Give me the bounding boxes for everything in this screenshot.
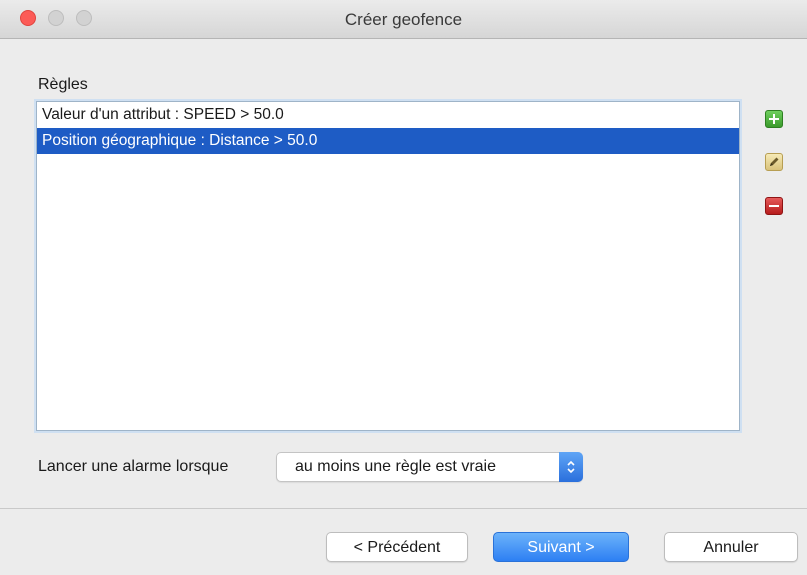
previous-button[interactable]: < Précédent	[326, 532, 468, 562]
window-title: Créer geofence	[344, 10, 463, 29]
add-rule-button[interactable]	[765, 110, 783, 128]
pencil-icon	[770, 157, 779, 166]
plus-icon	[769, 114, 779, 124]
footer-divider	[0, 508, 807, 509]
alarm-condition-label: Lancer une alarme lorsque	[38, 458, 229, 475]
title-bar: Créer geofence	[0, 0, 807, 39]
minus-icon	[769, 205, 779, 207]
remove-rule-button[interactable]	[765, 197, 783, 215]
edit-rule-button[interactable]	[765, 153, 783, 171]
alarm-condition-select[interactable]: au moins une règle est vraie	[276, 452, 583, 482]
rule-item-selected[interactable]: Position géographique : Distance > 50.0	[37, 128, 739, 154]
rule-item[interactable]: Valeur d'un attribut : SPEED > 50.0	[37, 102, 739, 128]
cancel-button[interactable]: Annuler	[664, 532, 798, 562]
rules-list[interactable]: Valeur d'un attribut : SPEED > 50.0 Posi…	[36, 101, 740, 431]
rules-label: Règles	[38, 76, 88, 93]
chevron-up-down-icon	[559, 452, 583, 482]
alarm-condition-value: au moins une règle est vraie	[295, 458, 496, 475]
next-button[interactable]: Suivant >	[493, 532, 629, 562]
